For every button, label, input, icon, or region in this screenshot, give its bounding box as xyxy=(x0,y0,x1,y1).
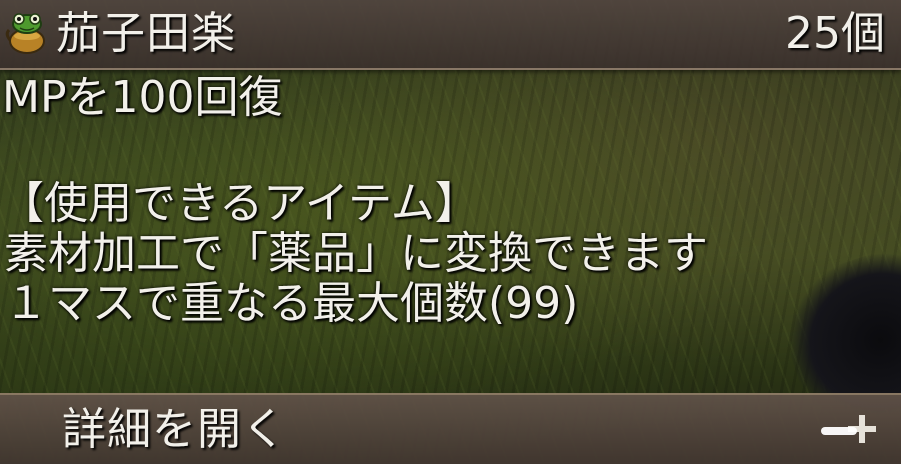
details-toggle[interactable]: 詳細を開く xyxy=(0,393,901,464)
description-category: 【使用できるアイテム】 xyxy=(0,178,479,229)
details-label: 詳細を開く xyxy=(62,404,287,455)
item-count: 25個 xyxy=(785,8,885,59)
description-effect: MPを100回復 xyxy=(2,72,283,123)
description-stack-limit: １マスで重なる最大個数(99) xyxy=(4,278,579,329)
item-header: 茄子田楽 25個 xyxy=(0,0,901,70)
item-name: 茄子田楽 xyxy=(56,8,236,59)
frog-pot-icon xyxy=(5,13,45,54)
description-crafting: 素材加工で「薬品」に変換できます xyxy=(4,228,708,279)
plus-icon[interactable] xyxy=(821,409,881,449)
item-description: MPを100回復 【使用できるアイテム】 素材加工で「薬品」に変換できます １マ… xyxy=(0,70,901,390)
